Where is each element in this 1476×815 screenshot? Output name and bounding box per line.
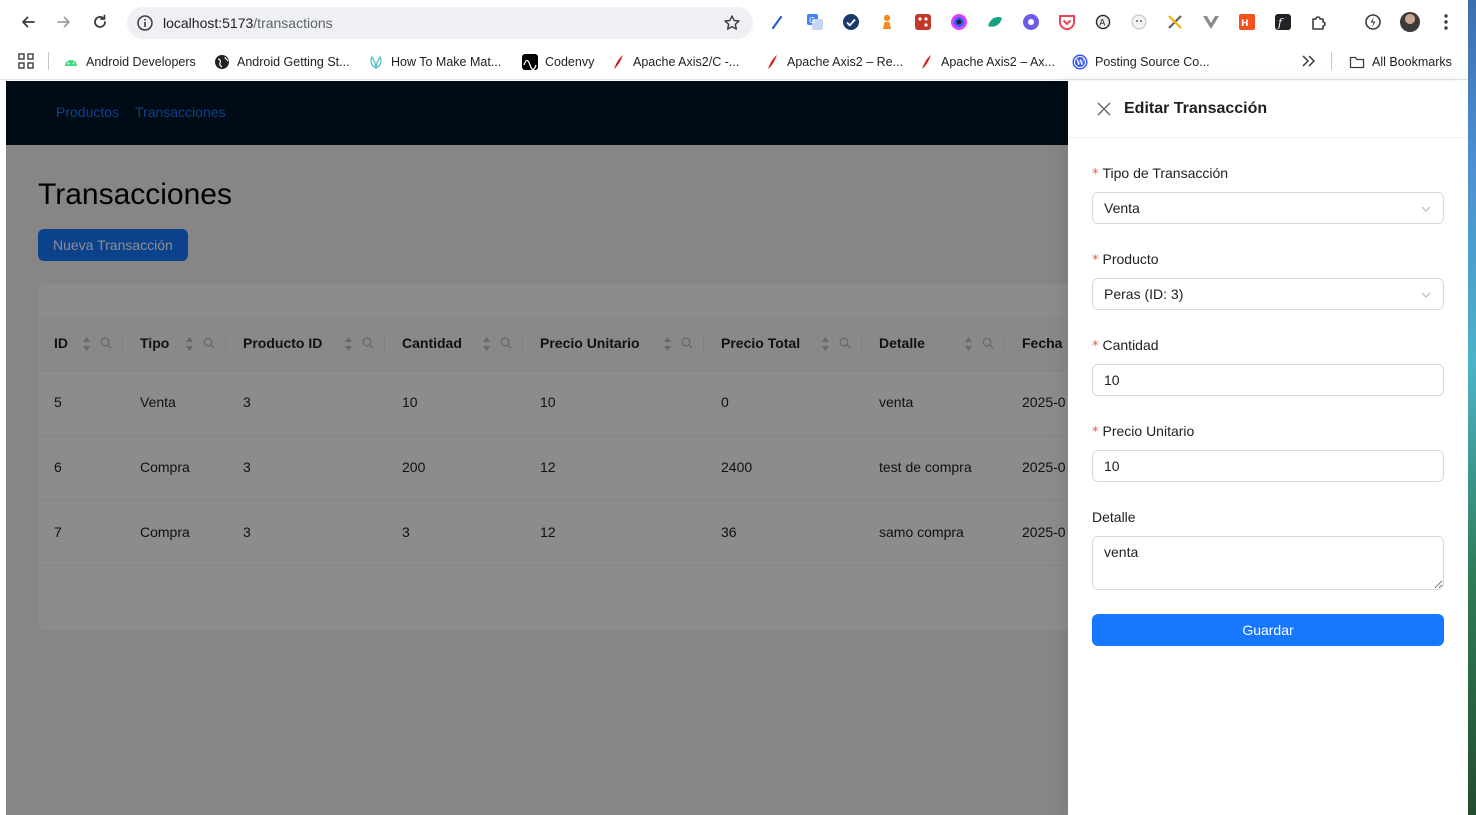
bookmarks-divider — [48, 52, 49, 70]
required-mark: * — [1092, 425, 1099, 440]
apps-grid-icon[interactable] — [18, 53, 34, 69]
bookmark-apache-axis2-c[interactable]: Apache Axis2/C -... — [610, 53, 739, 71]
chevron-down-icon — [1421, 292, 1431, 298]
more-options-icon[interactable] — [1437, 12, 1455, 32]
chevron-down-icon — [1421, 206, 1431, 212]
label-text: Producto — [1102, 251, 1159, 267]
all-bookmarks-button[interactable]: All Bookmarks — [1349, 53, 1452, 71]
drawer-title: Editar Transacción — [1124, 100, 1268, 117]
vue-extension-icon[interactable] — [1202, 13, 1220, 31]
bookmark-star-icon[interactable] — [723, 14, 741, 32]
select-value: Venta — [1104, 200, 1140, 216]
apache-feather-icon — [614, 55, 623, 69]
close-icon[interactable] — [1096, 101, 1112, 117]
textarea-detalle[interactable]: venta — [1092, 536, 1444, 590]
color-picker-extension-icon[interactable] — [950, 13, 968, 31]
back-arrow-icon — [22, 16, 35, 28]
label-cantidad: * Cantidad — [1092, 337, 1159, 354]
checkmark-extension-icon[interactable] — [842, 13, 860, 31]
label-producto: * Producto — [1092, 251, 1159, 268]
site-info-icon[interactable] — [136, 14, 154, 32]
select-producto[interactable]: Peras (ID: 3) — [1092, 278, 1444, 310]
dice-extension-icon[interactable] — [914, 13, 932, 31]
a-circle-extension-icon[interactable]: A — [1094, 13, 1112, 31]
required-mark: * — [1092, 339, 1099, 354]
bookmark-how-to-make-mat[interactable]: How To Make Mat... — [368, 53, 501, 71]
bookmark-label: Apache Axis2/C -... — [633, 55, 740, 69]
ghost-extension-icon[interactable] — [1130, 13, 1148, 31]
label-text: Precio Unitario — [1102, 423, 1195, 439]
desktop-wallpaper-edge — [1468, 0, 1476, 815]
chevron-double-right-icon[interactable] — [1300, 54, 1316, 68]
forward-button[interactable] — [50, 8, 78, 36]
forward-arrow-icon — [57, 16, 70, 28]
svg-text:A: A — [1099, 18, 1106, 28]
bookmark-label: Android Developers — [86, 55, 196, 69]
url-text: localhost:5173/transactions — [163, 15, 333, 31]
bookmark-label: Apache Axis2 – Re... — [787, 55, 904, 69]
all-bookmarks-label: All Bookmarks — [1372, 55, 1452, 69]
bookmark-codenvy[interactable]: Codenvy — [522, 53, 594, 71]
bookmark-apache-axis2-ax[interactable]: Apache Axis2 – Ax... — [918, 53, 1055, 71]
select-tipo-transaccion[interactable]: Venta — [1092, 192, 1444, 224]
leaf-extension-icon[interactable] — [986, 13, 1004, 31]
svg-text:H: H — [1241, 19, 1249, 29]
android-icon — [65, 60, 77, 66]
select-value: Peras (ID: 3) — [1104, 286, 1184, 302]
required-mark: * — [1092, 167, 1099, 182]
wordpress-icon: W — [1072, 54, 1088, 70]
label-text: Tipo de Transacción — [1102, 165, 1229, 181]
apache-feather-icon — [768, 55, 777, 69]
bookmark-label: Posting Source Co... — [1095, 55, 1210, 69]
bookmark-android-getting-started[interactable]: Android Getting St... — [214, 53, 350, 71]
browser-toolbar: localhost:5173/transactions G A H f — [0, 0, 1468, 44]
formula-extension-icon[interactable]: f — [1274, 13, 1292, 31]
chess-extension-icon[interactable] — [878, 13, 896, 31]
required-mark: * — [1092, 253, 1099, 268]
input-cantidad[interactable] — [1092, 364, 1444, 396]
bookmark-label: Codenvy — [545, 55, 595, 69]
label-text: Cantidad — [1102, 337, 1159, 353]
profile-avatar[interactable] — [1400, 12, 1420, 32]
ht-extension-icon[interactable]: H — [1238, 13, 1256, 31]
svg-text:G: G — [809, 16, 815, 25]
label-tipo-transaccion: * Tipo de Transacción — [1092, 165, 1228, 182]
folder-icon — [1349, 56, 1365, 69]
label-detalle: Detalle — [1092, 509, 1136, 525]
bookmark-label: Apache Axis2 – Ax... — [941, 55, 1055, 69]
performance-icon[interactable] — [1364, 13, 1382, 31]
bookmarks-divider-right — [1331, 52, 1332, 70]
browser-window: localhost:5173/transactions G A H f Andr… — [0, 0, 1468, 815]
bookmark-label: Android Getting St... — [237, 55, 350, 69]
reload-button[interactable] — [86, 8, 114, 36]
save-button[interactable]: Guardar — [1092, 614, 1444, 646]
bookmark-apache-axis2-re[interactable]: Apache Axis2 – Re... — [764, 53, 903, 71]
globe-icon — [215, 55, 229, 69]
apache-feather-icon — [922, 55, 931, 69]
lotus-icon — [370, 55, 382, 69]
gear-purple-extension-icon[interactable] — [1022, 13, 1040, 31]
codenvy-icon — [522, 54, 538, 70]
svg-text:W: W — [1075, 58, 1084, 67]
bookmark-label: How To Make Mat... — [391, 55, 502, 69]
pen-extension-icon[interactable] — [768, 13, 786, 31]
bookmark-posting-source-code[interactable]: W Posting Source Co... — [1072, 53, 1210, 71]
label-text: Detalle — [1092, 509, 1136, 525]
drawer-header: Editar Transacción — [1068, 81, 1468, 138]
url-host: localhost:5173 — [163, 15, 254, 31]
translate-extension-icon[interactable]: G — [806, 13, 824, 31]
back-button[interactable] — [14, 8, 42, 36]
url-path: /transactions — [253, 15, 333, 31]
address-bar[interactable]: localhost:5173/transactions — [127, 7, 753, 39]
bookmark-android-developers[interactable]: Android Developers — [63, 53, 196, 71]
edit-transaction-drawer: Editar Transacción * Tipo de Transacción … — [1068, 81, 1468, 815]
puzzle-extensions-icon[interactable] — [1310, 13, 1328, 31]
pocket-extension-icon[interactable] — [1058, 13, 1076, 31]
label-precio-unitario: * Precio Unitario — [1092, 423, 1194, 440]
reload-icon — [94, 14, 106, 28]
tools-extension-icon[interactable] — [1166, 13, 1184, 31]
input-precio-unitario[interactable] — [1092, 450, 1444, 482]
